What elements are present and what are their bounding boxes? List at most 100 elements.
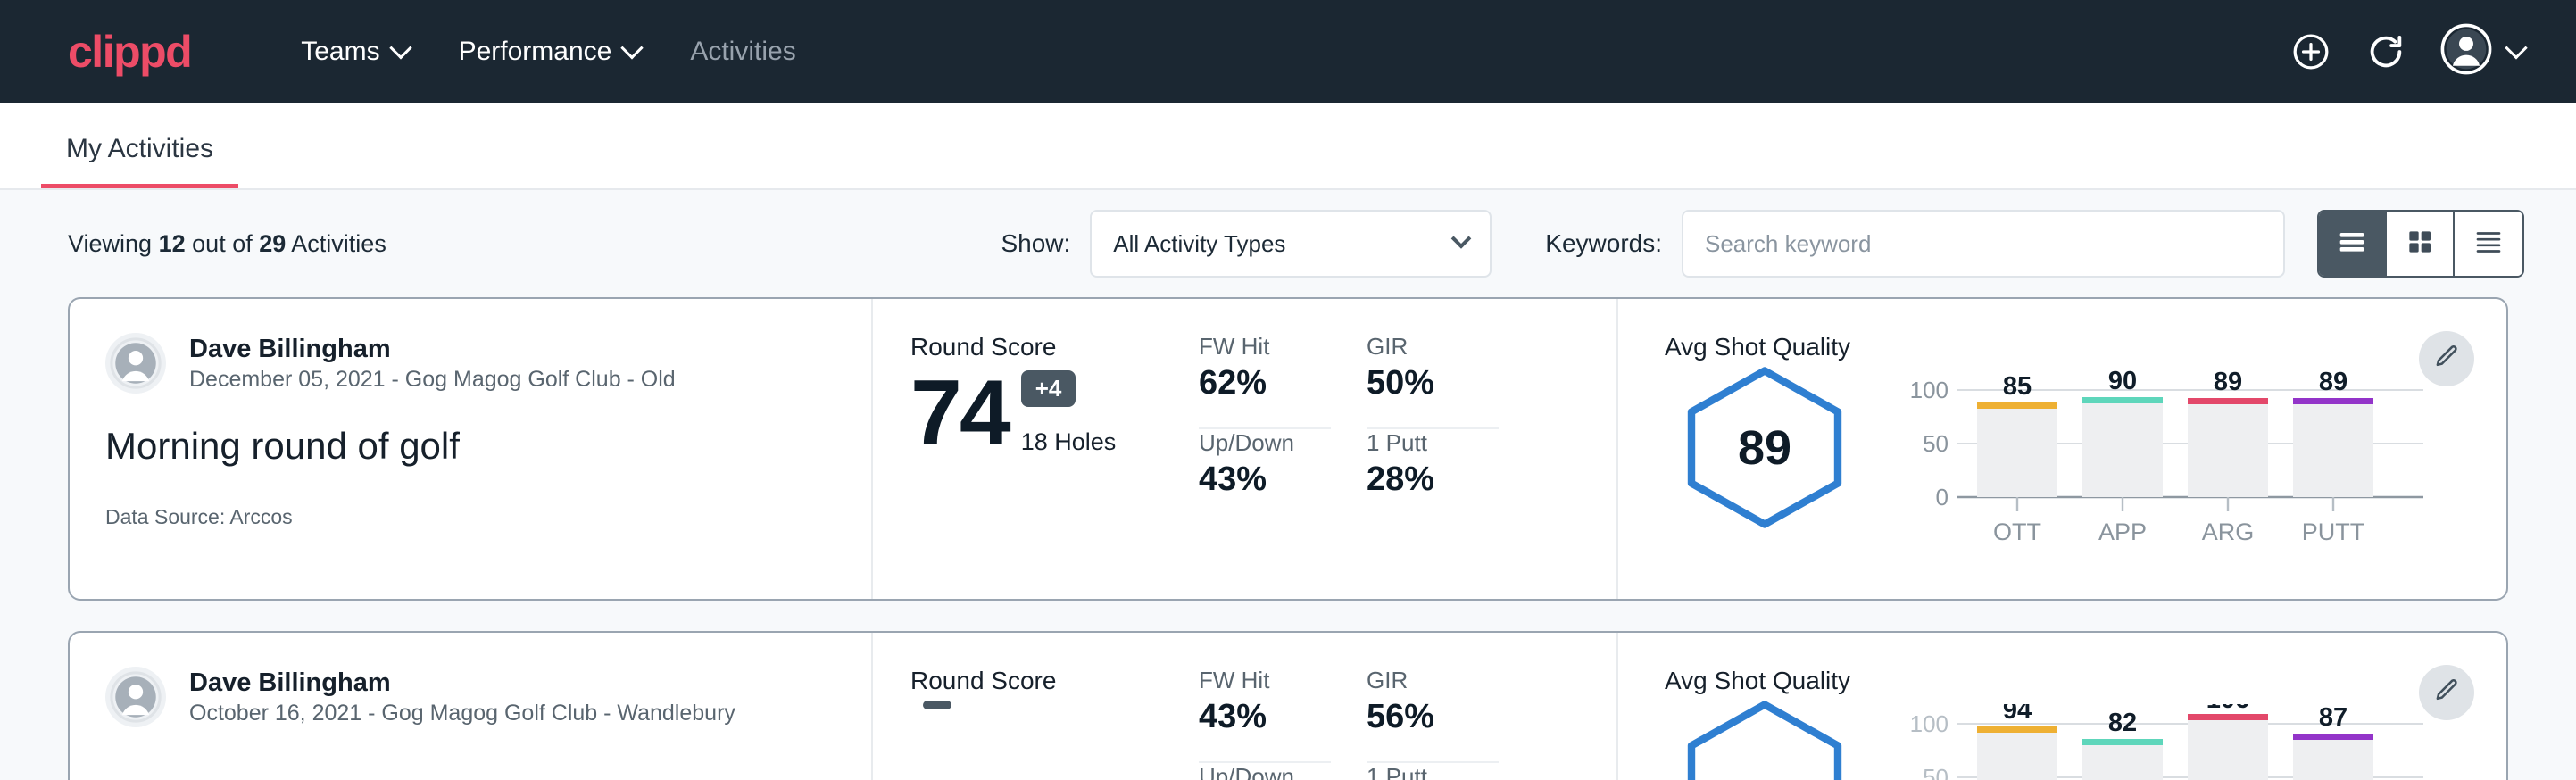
view-mode-toggle-group [2317, 210, 2524, 278]
chevron-down-icon [1451, 228, 1472, 249]
avg-shot-quality-hexagon [1675, 699, 1854, 780]
round-score-column: Round Score [873, 633, 1181, 780]
grid-view-icon [2402, 224, 2438, 264]
svg-text:89: 89 [2319, 370, 2347, 396]
activity-type-select[interactable]: All Activity Types [1090, 210, 1492, 278]
app-logo[interactable]: clippd [68, 29, 191, 74]
nav-actions [2290, 23, 2524, 79]
avg-shot-quality-value: 89 [1675, 365, 1854, 530]
viewing-summary: Viewing 12 out of 29 Activities [68, 230, 386, 258]
score-to-par-badge: +4 [1021, 370, 1076, 407]
holes-played: 18 Holes [1021, 428, 1117, 456]
svg-text:PUTT: PUTT [2302, 519, 2365, 545]
show-label: Show: [1001, 229, 1070, 258]
search-field-wrapper[interactable] [1682, 210, 2285, 278]
view-toggle-list[interactable] [2319, 212, 2387, 276]
svg-text:100: 100 [1910, 377, 1949, 403]
stat-up-down: Up/Down 43% [1199, 429, 1331, 499]
filter-toolbar: Viewing 12 out of 29 Activities Show: Al… [0, 190, 2576, 297]
activity-card-list: Dave Billingham December 05, 2021 - Gog … [0, 297, 2576, 780]
stat-gir-value: 56% [1367, 698, 1499, 736]
nav-item-performance[interactable]: Performance [434, 37, 666, 67]
stat-one-putt-label: 1 Putt [1367, 429, 1499, 457]
primary-nav: Teams Performance Activities [276, 37, 820, 67]
svg-text:100: 100 [1910, 710, 1949, 737]
svg-text:50: 50 [1923, 764, 1949, 780]
shot-quality-bar-chart-svg: 100 50 0 85 OTT 90 APP [1888, 370, 2432, 549]
plus-circle-icon[interactable] [2290, 31, 2331, 72]
pencil-icon [2432, 343, 2461, 376]
shot-quality-bar-chart: 100 50 0 94 82 106 [1888, 704, 2432, 780]
svg-text:87: 87 [2319, 704, 2347, 732]
avg-shot-quality-column: Avg Shot Quality 100 50 0 [1618, 633, 2506, 780]
stat-gir-label: GIR [1367, 333, 1499, 361]
svg-text:94: 94 [2003, 704, 2032, 725]
round-score-label: Round Score [910, 667, 1181, 695]
account-menu[interactable] [2440, 23, 2524, 79]
svg-text:106: 106 [2206, 704, 2249, 714]
activity-card[interactable]: Dave Billingham October 16, 2021 - Gog M… [68, 631, 2508, 780]
author-name: Dave Billingham [189, 333, 676, 365]
round-stats-grid: FW Hit 62% GIR 50% Up/Down 43% 1 Putt 28… [1181, 299, 1618, 599]
refresh-icon[interactable] [2365, 31, 2406, 72]
stat-fw-hit: FW Hit 43% [1199, 667, 1331, 763]
svg-text:0: 0 [1936, 484, 1949, 510]
svg-text:90: 90 [2108, 370, 2137, 395]
avg-shot-quality-hexagon: 89 [1675, 365, 1854, 530]
page-tab-bar: My Activities [0, 103, 2576, 190]
nav-item-teams[interactable]: Teams [276, 37, 433, 67]
search-input[interactable] [1705, 230, 2262, 258]
account-avatar-icon [2440, 23, 2492, 79]
activity-author: Dave Billingham October 16, 2021 - Gog M… [105, 667, 835, 728]
nav-item-activities[interactable]: Activities [665, 37, 820, 67]
stat-gir-value: 50% [1367, 364, 1499, 402]
view-toggle-grid[interactable] [2387, 212, 2455, 276]
tab-my-activities-label: My Activities [66, 134, 213, 163]
svg-text:OTT: OTT [1993, 519, 2041, 545]
viewing-total: 29 [259, 230, 286, 257]
avg-shot-quality-label: Avg Shot Quality [1665, 333, 2506, 361]
stat-up-down-value: 43% [1199, 461, 1331, 499]
edit-activity-button[interactable] [2419, 665, 2474, 720]
compact-view-icon [2471, 224, 2506, 264]
toolbar-controls: Show: All Activity Types Keywords: [1001, 210, 2524, 278]
round-score-label: Round Score [910, 333, 1181, 361]
pencil-icon [2432, 676, 2461, 709]
stat-one-putt-label: 1 Putt [1367, 763, 1499, 780]
avg-shot-quality-value [1675, 699, 1854, 780]
top-navigation-bar: clippd Teams Performance Activities [0, 0, 2576, 103]
round-score-value: 74 [910, 367, 1009, 460]
avatar [105, 333, 166, 394]
activity-meta: December 05, 2021 - Gog Magog Golf Club … [189, 365, 676, 394]
activity-summary-column: Dave Billingham October 16, 2021 - Gog M… [70, 633, 873, 780]
avg-shot-quality-label: Avg Shot Quality [1665, 667, 2506, 695]
round-stats-grid: FW Hit 43% GIR 56% Up/Down 1 Putt [1181, 633, 1618, 780]
tab-my-activities[interactable]: My Activities [41, 134, 238, 188]
view-toggle-compact[interactable] [2455, 212, 2522, 276]
avg-shot-quality-column: Avg Shot Quality 89 100 [1618, 299, 2506, 599]
stat-fw-hit-label: FW Hit [1199, 667, 1331, 694]
score-to-par-badge [923, 701, 951, 709]
stat-gir: GIR 50% [1367, 333, 1499, 429]
chevron-down-icon [621, 37, 644, 59]
svg-text:82: 82 [2108, 709, 2137, 737]
viewing-middle: out of [192, 230, 253, 257]
list-view-icon [2334, 224, 2370, 264]
viewing-suffix: Activities [291, 230, 386, 257]
viewing-prefix: Viewing [68, 230, 152, 257]
round-score-value-group: 74 +4 18 Holes [910, 367, 1181, 460]
chevron-down-icon [389, 37, 411, 59]
activity-card[interactable]: Dave Billingham December 05, 2021 - Gog … [68, 297, 2508, 601]
nav-item-performance-label: Performance [459, 37, 612, 67]
svg-text:APP: APP [2098, 519, 2147, 545]
activity-title: Morning round of golf [105, 425, 835, 468]
edit-activity-button[interactable] [2419, 331, 2474, 386]
stat-gir-label: GIR [1367, 667, 1499, 694]
chevron-down-icon [2505, 37, 2527, 59]
stat-gir: GIR 56% [1367, 667, 1499, 763]
avatar [105, 667, 166, 727]
shot-quality-bar-chart: 100 50 0 85 OTT 90 APP [1888, 370, 2432, 553]
activity-type-select-value: All Activity Types [1113, 230, 1285, 258]
stat-fw-hit-value: 43% [1199, 698, 1331, 736]
shot-quality-bar-chart-svg: 100 50 0 94 82 106 [1888, 704, 2432, 780]
